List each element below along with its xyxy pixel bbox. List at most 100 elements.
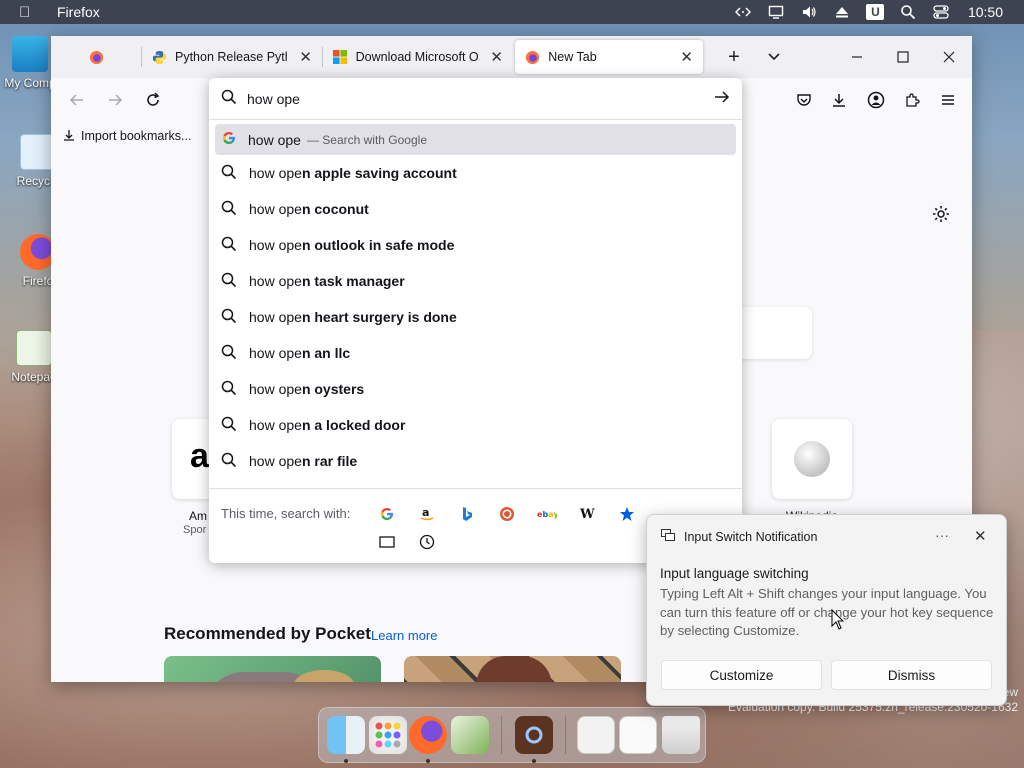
svg-text:ebay: ebay bbox=[537, 510, 557, 519]
history-clock-icon[interactable] bbox=[416, 531, 438, 553]
close-tab-icon[interactable]: ✕ bbox=[680, 48, 693, 66]
google-engine-icon[interactable] bbox=[376, 503, 398, 525]
notification-close-icon[interactable]: ✕ bbox=[974, 527, 987, 545]
suggestion-search-with-google[interactable]: how ope — Search with Google bbox=[215, 124, 736, 155]
account-icon[interactable] bbox=[860, 84, 892, 116]
close-window-icon[interactable] bbox=[926, 36, 972, 78]
trash-icon[interactable] bbox=[662, 716, 700, 754]
running-indicator bbox=[344, 759, 348, 763]
close-tab-icon[interactable]: ✕ bbox=[299, 48, 312, 66]
apple-menu-icon[interactable]:  bbox=[19, 4, 41, 21]
menu-clock[interactable]: 10:50 bbox=[968, 4, 1003, 20]
ebay-engine-icon[interactable]: ebay bbox=[536, 503, 558, 525]
svg-text:a: a bbox=[422, 506, 429, 519]
notification-app-name: Input Switch Notification bbox=[684, 529, 818, 544]
suggestion-text: how open heart surgery is done bbox=[249, 309, 457, 325]
suggestion-prefix: how ope bbox=[249, 417, 302, 433]
pocket-card-image[interactable] bbox=[164, 656, 381, 682]
hamburger-menu-icon[interactable] bbox=[932, 84, 964, 116]
firefox-dock-icon[interactable] bbox=[409, 716, 447, 754]
search-suggestion[interactable]: how open oysters bbox=[209, 371, 742, 407]
list-all-tabs-chevron-icon[interactable] bbox=[751, 36, 797, 78]
search-icon bbox=[221, 416, 237, 435]
notification-more-options-icon[interactable]: ··· bbox=[935, 527, 949, 543]
code-brackets-icon[interactable] bbox=[727, 0, 760, 24]
search-icon bbox=[221, 380, 237, 399]
search-suggestion[interactable]: how open coconut bbox=[209, 191, 742, 227]
import-bookmarks-icon bbox=[63, 129, 75, 144]
search-suggestion[interactable]: how open outlook in safe mode bbox=[209, 227, 742, 263]
tabs-icon[interactable] bbox=[376, 531, 398, 553]
reload-icon[interactable] bbox=[137, 84, 169, 116]
pocket-card-image[interactable] bbox=[404, 656, 621, 682]
notepad-dock-icon[interactable] bbox=[451, 716, 489, 754]
search-suggestion[interactable]: how open heart surgery is done bbox=[209, 299, 742, 335]
desktop-icon-label: Notepad bbox=[11, 370, 57, 384]
minimize-window-icon[interactable] bbox=[834, 36, 880, 78]
dismiss-button[interactable]: Dismiss bbox=[831, 660, 992, 690]
back-arrow-icon[interactable] bbox=[61, 84, 93, 116]
search-suggestion[interactable]: how open an llc bbox=[209, 335, 742, 371]
suggestion-prefix: how ope bbox=[249, 345, 302, 361]
suggestion-completion: n apple saving account bbox=[301, 165, 457, 181]
suggestion-prefix: how ope bbox=[249, 201, 302, 217]
customize-settings-gear-icon[interactable] bbox=[932, 205, 950, 226]
wikipedia-globe-icon bbox=[794, 441, 830, 477]
go-arrow-icon[interactable] bbox=[714, 89, 730, 108]
input-method-icon[interactable]: U bbox=[859, 0, 892, 24]
duckduckgo-engine-icon[interactable] bbox=[496, 503, 518, 525]
pocket-icon[interactable] bbox=[788, 84, 820, 116]
suggestion-engine-note: — Search with Google bbox=[306, 132, 427, 147]
eject-icon[interactable] bbox=[826, 0, 859, 24]
search-suggestion[interactable]: how open task manager bbox=[209, 263, 742, 299]
running-indicator bbox=[426, 759, 430, 763]
suggestion-prefix: how ope bbox=[249, 309, 302, 325]
bookmarks-star-icon[interactable] bbox=[616, 503, 638, 525]
wikipedia-engine-icon[interactable]: W bbox=[576, 503, 598, 525]
customize-button[interactable]: Customize bbox=[661, 660, 822, 690]
url-bar-input[interactable]: how ope bbox=[247, 91, 714, 107]
amazon-engine-icon[interactable]: a bbox=[416, 503, 438, 525]
import-bookmarks-link[interactable]: Import bookmarks... bbox=[81, 129, 191, 143]
search-suggestion[interactable]: how open a locked door bbox=[209, 407, 742, 443]
maximize-window-icon[interactable] bbox=[880, 36, 926, 78]
finder-icon[interactable] bbox=[327, 716, 365, 754]
url-bar[interactable]: how ope bbox=[209, 78, 742, 120]
suggestion-prefix: how ope bbox=[249, 165, 302, 181]
mouse-cursor-icon bbox=[831, 609, 845, 630]
extensions-puzzle-icon[interactable] bbox=[896, 84, 928, 116]
minimized-window-thumbnail[interactable] bbox=[577, 716, 615, 754]
tab-title: New Tab bbox=[548, 50, 597, 64]
suggestion-text: how open outlook in safe mode bbox=[249, 237, 454, 253]
top-site-tile-wikipedia[interactable] bbox=[772, 419, 852, 499]
search-suggestion[interactable]: how open apple saving account bbox=[209, 155, 742, 191]
dock bbox=[318, 707, 706, 763]
minimized-window-thumbnail[interactable] bbox=[619, 716, 657, 754]
tab-new-tab[interactable]: New Tab ✕ bbox=[515, 40, 703, 74]
app-name[interactable]: Firefox bbox=[57, 4, 100, 20]
suggestion-text: how open a locked door bbox=[249, 417, 405, 433]
suggestion-completion: n oysters bbox=[301, 381, 365, 397]
tab-python[interactable]: Python Release Python 3. ✕ bbox=[142, 40, 322, 74]
display-icon[interactable] bbox=[760, 0, 793, 24]
search-suggestion[interactable]: how open rar file bbox=[209, 443, 742, 479]
tab-pinned-firefox[interactable] bbox=[51, 40, 141, 74]
volume-icon[interactable] bbox=[793, 0, 826, 24]
desktop-icon-label: Firefo bbox=[22, 274, 54, 288]
control-center-icon[interactable] bbox=[925, 0, 958, 24]
tab-title: Download Microsoft Offic bbox=[355, 50, 479, 64]
pocket-learn-more-link[interactable]: Learn more bbox=[371, 628, 437, 643]
tab-bar: Python Release Python 3. ✕ Download Micr… bbox=[51, 36, 972, 78]
system-settings-dock-icon[interactable] bbox=[515, 716, 553, 754]
forward-arrow-icon[interactable] bbox=[99, 84, 131, 116]
downloads-icon[interactable] bbox=[823, 84, 855, 116]
notification-title: Input language switching bbox=[660, 566, 809, 581]
launchpad-icon[interactable] bbox=[369, 716, 407, 754]
suggestion-text: how ope bbox=[248, 131, 301, 148]
spotlight-search-icon[interactable] bbox=[892, 0, 925, 24]
bing-engine-icon[interactable] bbox=[456, 503, 478, 525]
close-tab-icon[interactable]: ✕ bbox=[490, 48, 503, 66]
tab-microsoft-office[interactable]: Download Microsoft Offic ✕ bbox=[323, 40, 513, 74]
suggestion-text: how open task manager bbox=[249, 273, 405, 289]
suggestion-text: how open oysters bbox=[249, 381, 364, 397]
